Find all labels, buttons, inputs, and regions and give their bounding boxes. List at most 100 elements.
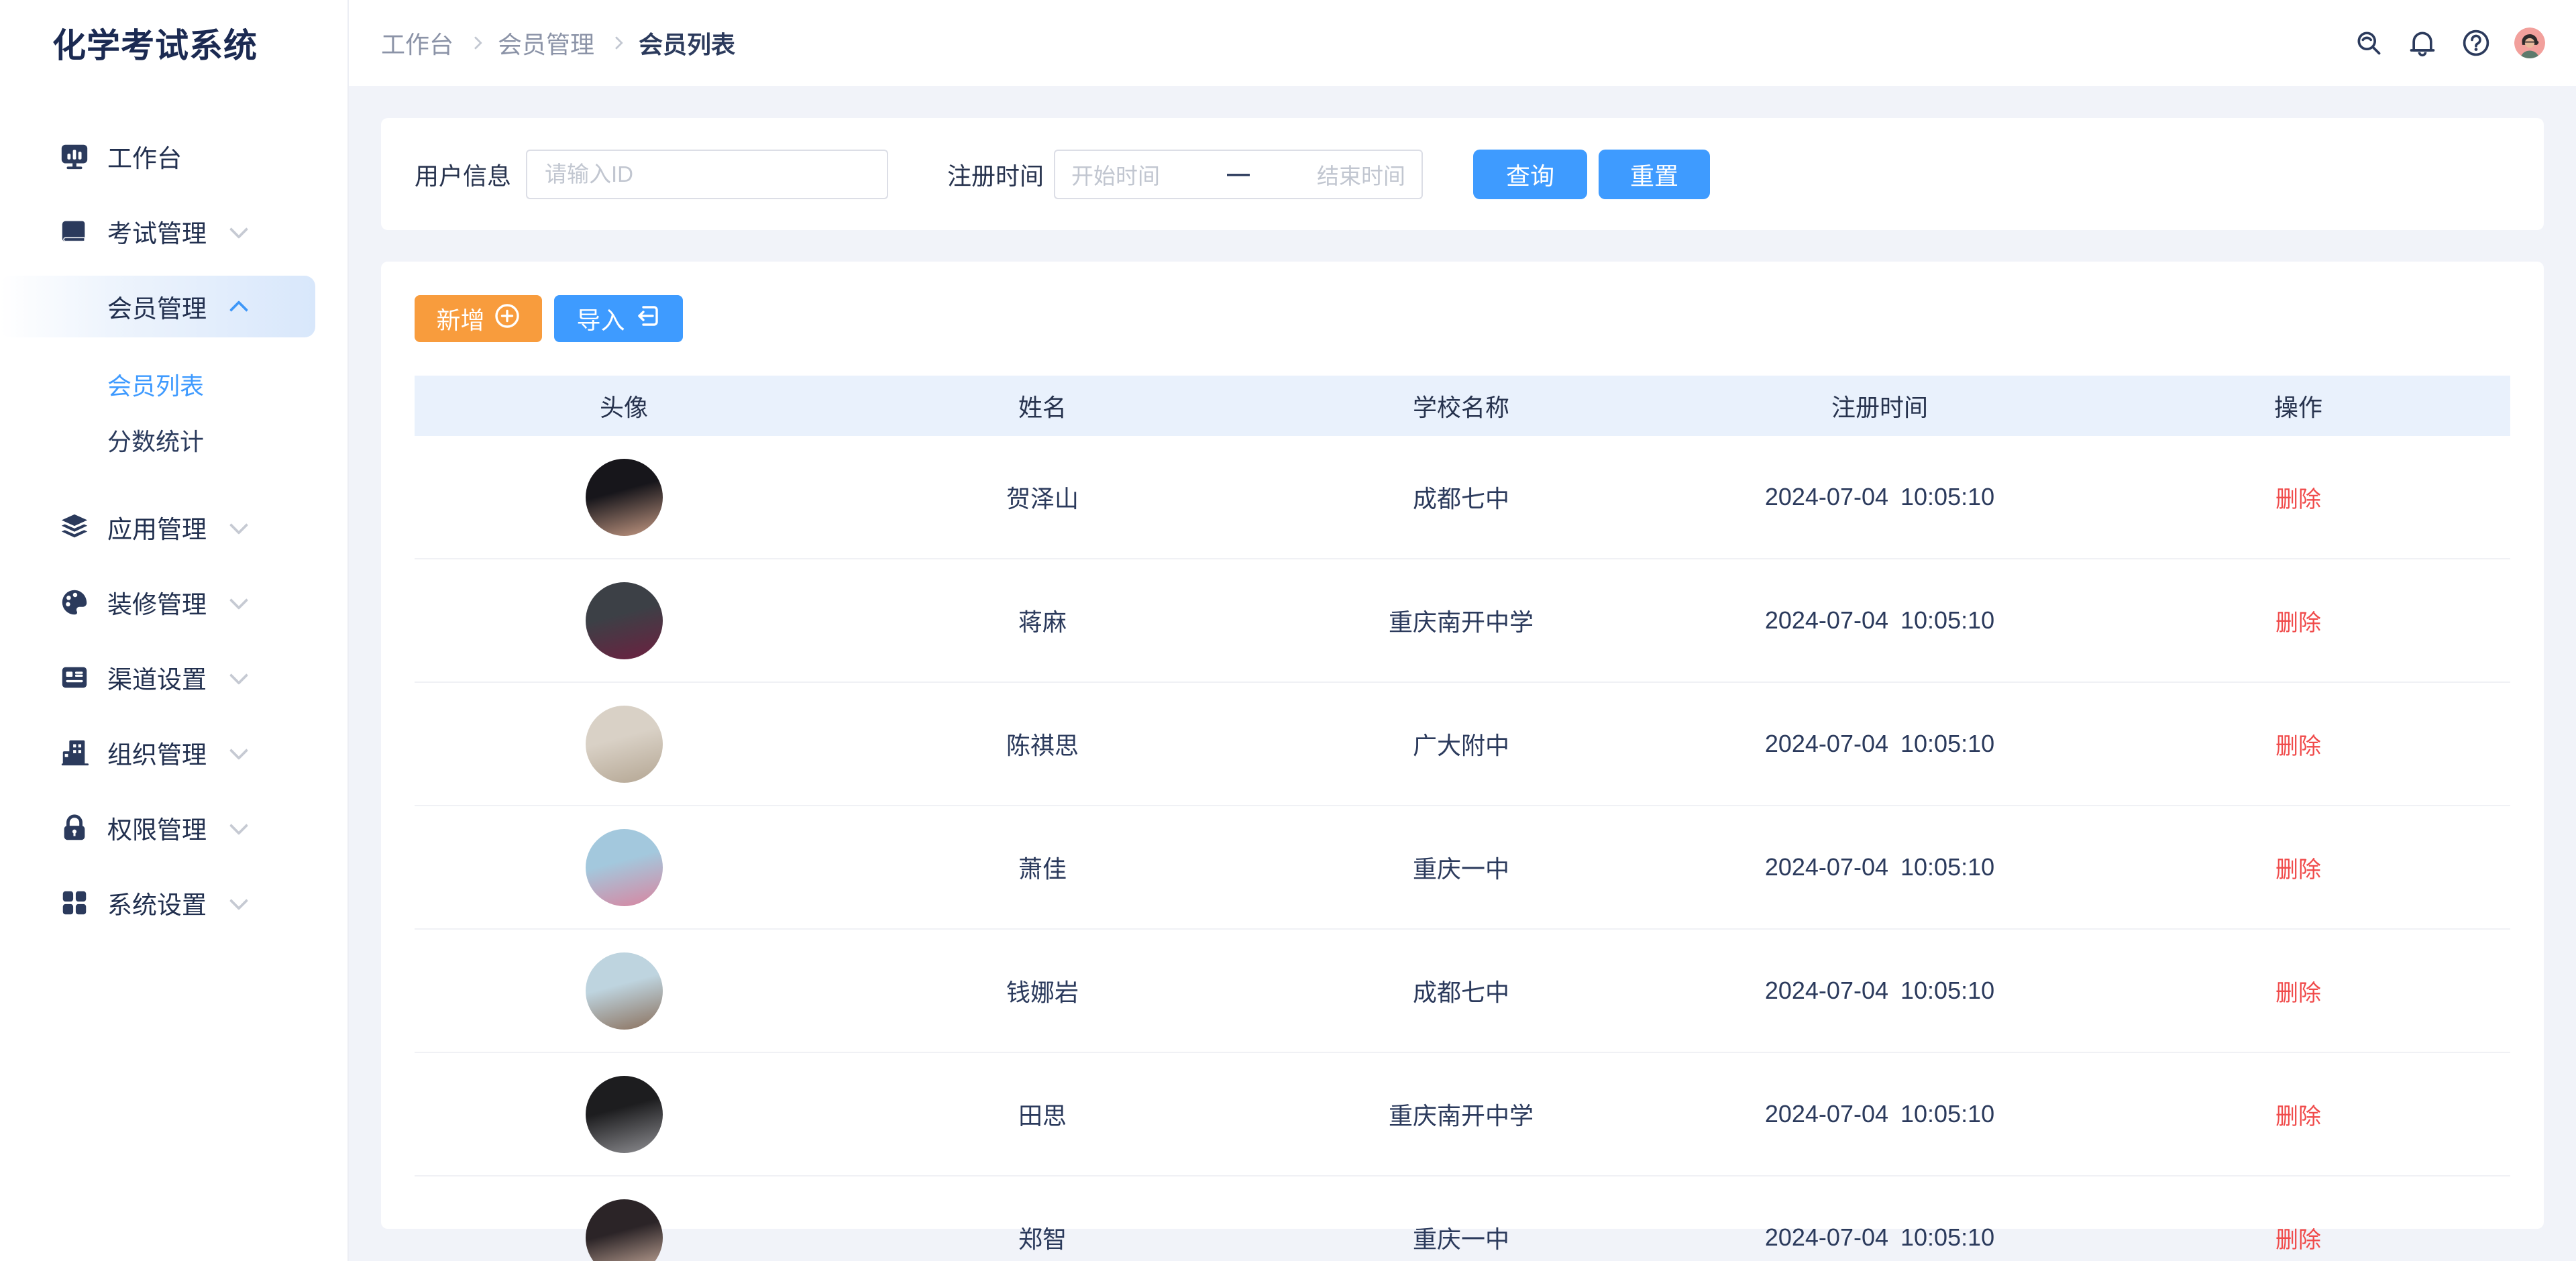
member-school: 成都七中 [1252,480,1670,514]
table-header: 头像姓名学校名称注册时间操作 [415,376,2510,436]
sidebar-item-channel-settings[interactable]: 渠道设置 [0,647,315,708]
member-name: 萧佳 [833,850,1252,885]
member-register-time: 2024-07-0410:05:10 [1670,1223,2089,1252]
member-school: 重庆南开中学 [1252,1097,1670,1132]
topbar: 工作台会员管理会员列表 [349,0,2576,86]
chevron-down-icon [229,891,248,910]
member-avatar [586,582,663,659]
sidebar-subitem-score-stats[interactable]: 分数统计 [0,412,347,468]
help-icon [2461,28,2491,58]
member-name: 郑智 [833,1220,1252,1255]
breadcrumb-item[interactable]: 会员管理 [498,25,594,60]
sidebar-item-label: 权限管理 [107,810,207,846]
chevron-down-icon [229,591,248,610]
breadcrumb-separator-icon [610,36,623,50]
delete-link[interactable]: 删除 [2275,481,2321,514]
start-time-placeholder[interactable]: 开始时间 [1071,158,1227,190]
sidebar-subitem-member-list[interactable]: 会员列表 [0,356,347,412]
breadcrumb: 工作台会员管理会员列表 [381,25,735,60]
user-avatar[interactable] [2514,28,2545,58]
sidebar-item-label: 系统设置 [107,885,207,921]
chevron-down-icon [229,741,248,760]
member-avatar [586,1076,663,1153]
grid-icon [59,887,90,918]
member-register-time: 2024-07-0410:05:10 [1670,483,2089,511]
delete-link[interactable]: 删除 [2275,975,2321,1007]
sidebar-item-org-management[interactable]: 组织管理 [0,722,315,783]
column-header: 注册时间 [1670,388,2089,423]
delete-link[interactable]: 删除 [2275,851,2321,884]
member-register-time: 2024-07-0410:05:10 [1670,606,2089,635]
bell-icon[interactable] [2407,28,2438,58]
delete-link[interactable]: 删除 [2275,1098,2321,1131]
sidebar-item-label: 考试管理 [107,213,207,250]
breadcrumb-separator-icon [469,36,482,50]
content-area: 用户信息 注册时间 开始时间 — 结束时间 查询 重置 新增 导入 头像姓名学校… [349,86,2576,1261]
delete-link[interactable]: 删除 [2275,604,2321,637]
sidebar-item-member-management[interactable]: 会员管理 [0,276,315,337]
import-icon [634,303,661,329]
member-name: 贺泽山 [833,480,1252,514]
user-id-input[interactable] [526,150,888,199]
user-avatar [2514,28,2545,58]
member-table: 头像姓名学校名称注册时间操作 贺泽山 成都七中 2024-07-0410:05:… [415,376,2510,1261]
sidebar-item-dashboard[interactable]: 工作台 [0,125,315,187]
sidebar-item-label: 组织管理 [107,734,207,771]
chevron-down-icon [229,666,248,685]
filter-card: 用户信息 注册时间 开始时间 — 结束时间 查询 重置 [381,118,2544,230]
reset-button[interactable]: 重置 [1599,150,1710,199]
date-range-picker[interactable]: 开始时间 — 结束时间 [1054,150,1423,199]
sidebar-item-exam-management[interactable]: 考试管理 [0,201,315,262]
topbar-icons [2353,28,2545,58]
query-button[interactable]: 查询 [1473,150,1587,199]
channel-icon [59,662,90,693]
table-row: 贺泽山 成都七中 2024-07-0410:05:10 删除 [415,436,2510,559]
sidebar-submenu: 会员列表分数统计 [0,356,347,468]
search-icon[interactable] [2353,28,2384,58]
member-avatar [586,952,663,1030]
table-row: 陈祺思 广大附中 2024-07-0410:05:10 删除 [415,683,2510,806]
member-register-time: 2024-07-0410:05:10 [1670,730,2089,758]
member-name: 田思 [833,1097,1252,1132]
dashboard-icon [59,141,90,172]
help-icon[interactable] [2461,28,2491,58]
palette-icon [59,587,90,618]
table-body: 贺泽山 成都七中 2024-07-0410:05:10 删除 蒋麻 重庆南开中学… [415,436,2510,1261]
sidebar-item-app-management[interactable]: 应用管理 [0,496,315,558]
add-button[interactable]: 新增 [415,295,542,342]
column-header: 姓名 [833,388,1252,423]
sidebar-item-label: 会员管理 [107,288,207,325]
chevron-down-icon [229,516,248,535]
building-icon [59,737,90,768]
user-info-label: 用户信息 [415,157,511,192]
member-register-time: 2024-07-0410:05:10 [1670,853,2089,881]
member-name: 陈祺思 [833,726,1252,761]
sidebar-item-permission-management[interactable]: 权限管理 [0,797,315,859]
delete-link[interactable]: 删除 [2275,728,2321,761]
sidebar-item-system-settings[interactable]: 系统设置 [0,872,315,934]
member-name: 蒋麻 [833,603,1252,638]
breadcrumb-item[interactable]: 工作台 [381,25,453,60]
sidebar: 化学考试系统 工作台 考试管理 会员管理 会员列表分数统计 应用管理 装修管理 … [0,0,349,1261]
end-time-placeholder[interactable]: 结束时间 [1250,158,1405,190]
delete-link[interactable]: 删除 [2275,1221,2321,1254]
table-toolbar: 新增 导入 [415,295,2510,342]
plus-circle-icon [494,303,521,335]
column-header: 操作 [2089,388,2508,423]
sidebar-item-label: 装修管理 [107,584,207,620]
import-button[interactable]: 导入 [554,295,683,342]
member-school: 重庆一中 [1252,850,1670,885]
column-header: 头像 [415,388,833,423]
main-area: 工作台会员管理会员列表 用户信息 注册时间 开始时间 — 结束时间 查询 重置 [349,0,2576,1261]
member-avatar [586,1199,663,1261]
chevron-up-icon [229,300,248,319]
plus-circle-icon [494,303,521,329]
import-icon [634,303,661,335]
sidebar-item-label: 渠道设置 [107,659,207,696]
member-register-time: 2024-07-0410:05:10 [1670,977,2089,1005]
range-separator: — [1227,161,1250,187]
app-logo: 化学考试系统 [0,0,347,86]
sidebar-item-decoration-management[interactable]: 装修管理 [0,571,315,633]
bell-icon [2408,28,2437,58]
table-row: 田思 重庆南开中学 2024-07-0410:05:10 删除 [415,1053,2510,1176]
